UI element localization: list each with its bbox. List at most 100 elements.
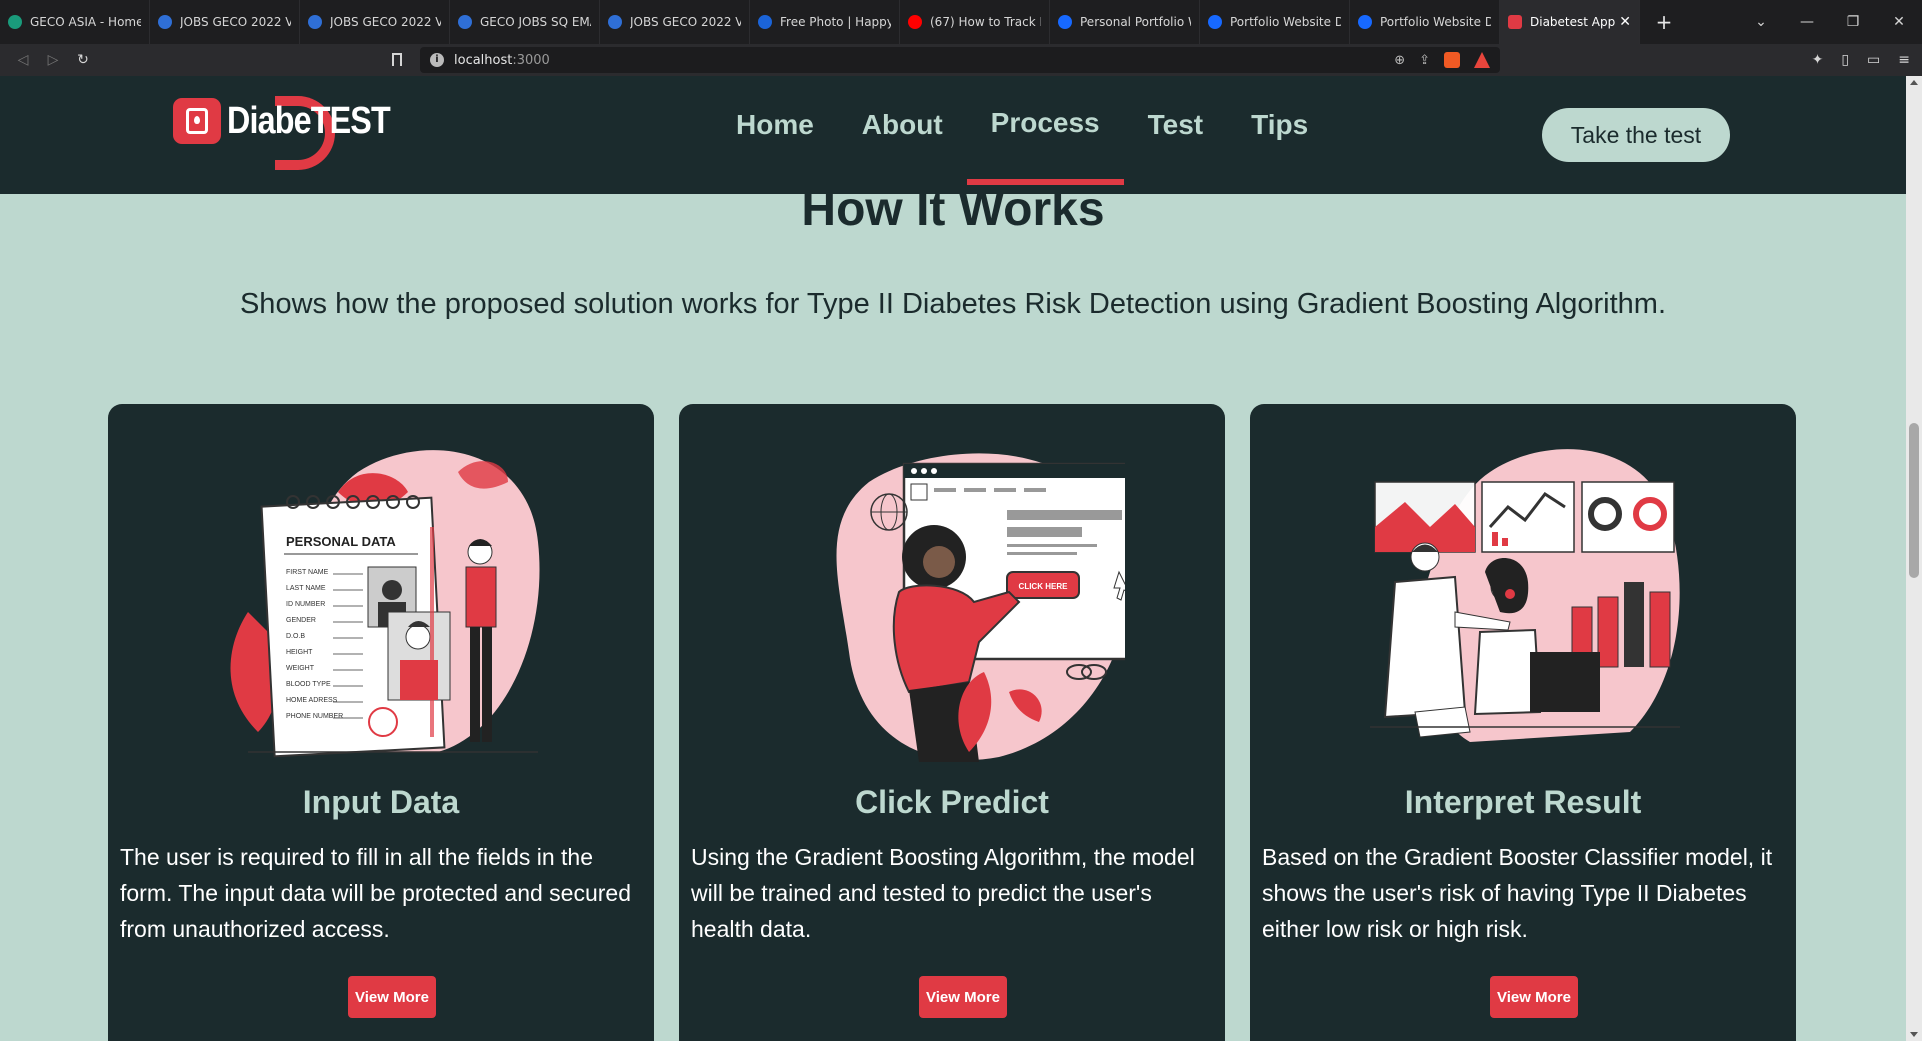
- behance-icon: [1358, 15, 1372, 29]
- close-tab-icon[interactable]: ✕: [1619, 14, 1631, 30]
- data-analysis-illustration: [1370, 449, 1680, 742]
- circle-c-icon: [158, 15, 172, 29]
- form-heading: PERSONAL DATA: [286, 534, 396, 549]
- url-port: :3000: [512, 52, 550, 68]
- site-logo[interactable]: DiabeTEST: [173, 96, 419, 170]
- tab-title: Free Photo | Happy a: [780, 15, 891, 29]
- tab-title: Diabetest App: [1530, 15, 1616, 29]
- tab-title: GECO ASIA - Home: [30, 15, 141, 29]
- youtube-icon: [908, 15, 922, 29]
- form-field-label: LAST NAME: [286, 585, 326, 592]
- nav-test[interactable]: Test: [1124, 76, 1228, 174]
- form-field-label: BLOOD TYPE: [286, 681, 331, 688]
- bookmark-icon[interactable]: [392, 53, 402, 66]
- browser-tab-bar: GECO ASIA - Home JOBS GECO 2022 V6 JOBS GE…: [0, 0, 1922, 44]
- card-text: Using the Gradient Boosting Algorithm, t…: [691, 844, 1195, 942]
- diabetest-icon: [1508, 15, 1522, 29]
- card-text: Based on the Gradient Booster Classifier…: [1262, 844, 1773, 942]
- site-header: DiabeTEST Home About Process Test Tips T…: [0, 76, 1906, 194]
- tab-active[interactable]: Diabetest App ✕: [1500, 0, 1640, 44]
- behance-icon: [1058, 15, 1072, 29]
- card-title: Click Predict: [855, 784, 1049, 820]
- form-field-label: WEIGHT: [286, 665, 315, 672]
- geco-icon: [8, 15, 22, 29]
- tab-title: JOBS GECO 2022 V5: [630, 15, 741, 29]
- back-button[interactable]: ◁: [8, 52, 38, 68]
- zoom-icon[interactable]: ⊕: [1394, 53, 1405, 68]
- card-title: Input Data: [302, 784, 460, 820]
- scroll-thumb[interactable]: [1909, 423, 1919, 578]
- form-field-label: PHONE NUMBER: [286, 713, 343, 720]
- scroll-down-icon[interactable]: [1910, 1032, 1918, 1037]
- main-nav: Home About Process Test Tips: [712, 76, 1332, 194]
- logo-text: DiabeTEST: [227, 99, 391, 142]
- browser-tab[interactable]: JOBS GECO 2022 V6: [300, 0, 450, 44]
- form-field-label: HEIGHT: [286, 649, 313, 656]
- extensions-icon[interactable]: ✦: [1812, 52, 1824, 68]
- browser-tab[interactable]: Personal Portfolio We: [1050, 0, 1200, 44]
- circle-c-icon: [308, 15, 322, 29]
- logo-icon: [173, 98, 221, 144]
- browser-tab[interactable]: JOBS GECO 2022 V5: [600, 0, 750, 44]
- wallet-icon[interactable]: ▭: [1867, 52, 1880, 68]
- window-controls: ⌄ — ❐ ✕: [1738, 14, 1922, 30]
- brave-shields-icon[interactable]: [1444, 52, 1460, 68]
- menu-icon[interactable]: ≡: [1898, 52, 1910, 68]
- brave-rewards-icon[interactable]: [1474, 52, 1490, 68]
- url-field[interactable]: i localhost:3000 ⊕ ⇪: [420, 47, 1500, 73]
- restore-button[interactable]: ❐: [1830, 14, 1876, 30]
- browser-tab[interactable]: Free Photo | Happy a: [750, 0, 900, 44]
- address-bar: ◁ ▷ ↻ i localhost:3000 ⊕ ⇪ ✦ ▯ ▭ ≡: [0, 44, 1922, 76]
- tab-title: (67) How to Track Em: [930, 15, 1041, 29]
- card-title: Interpret Result: [1404, 784, 1642, 820]
- tab-title: JOBS GECO 2022 V6: [330, 15, 441, 29]
- forward-button[interactable]: ▷: [38, 52, 68, 68]
- circle-c-icon: [458, 15, 472, 29]
- url-host: localhost: [454, 52, 513, 68]
- form-field-label: HOME ADRESS: [286, 697, 338, 704]
- browser-tab[interactable]: GECO ASIA - Home: [0, 0, 150, 44]
- close-window-button[interactable]: ✕: [1876, 14, 1922, 30]
- page-scrollbar[interactable]: [1906, 76, 1922, 1041]
- nav-process[interactable]: Process: [966, 76, 1124, 185]
- share-icon[interactable]: ⇪: [1419, 53, 1430, 68]
- tab-title: JOBS GECO 2022 V6: [180, 15, 291, 29]
- section-subtitle: Shows how the proposed solution works fo…: [239, 288, 1667, 320]
- tab-title: Personal Portfolio We: [1080, 15, 1191, 29]
- tab-title: GECO JOBS SQ EMAIL: [480, 15, 591, 29]
- process-card-click-predict: CLICK HERE Click Predict Using the Gradi…: [679, 404, 1225, 1041]
- nav-about[interactable]: About: [838, 76, 967, 174]
- form-field-label: GENDER: [286, 617, 316, 624]
- browser-tab[interactable]: Portfolio Website De: [1350, 0, 1500, 44]
- reload-button[interactable]: ↻: [68, 52, 98, 68]
- view-more-button[interactable]: View More: [1490, 976, 1578, 1018]
- browser-tab[interactable]: (67) How to Track Em: [900, 0, 1050, 44]
- process-card-input-data: PERSONAL DATA FIRST NAME LAST NAME ID NUMB…: [108, 404, 654, 1041]
- webpage: DiabeTEST Home About Process Test Tips T…: [0, 76, 1906, 1041]
- illus-button-text: CLICK HERE: [1019, 582, 1069, 591]
- view-more-button[interactable]: View More: [348, 976, 436, 1018]
- tab-list: GECO ASIA - Home JOBS GECO 2022 V6 JOBS GE…: [0, 0, 1500, 44]
- form-field-label: D.O.B: [286, 633, 305, 640]
- process-card-interpret-result: Interpret Result Based on the Gradient B…: [1250, 404, 1796, 1041]
- take-test-button[interactable]: Take the test: [1542, 108, 1730, 162]
- tab-title: Portfolio Website De: [1230, 15, 1341, 29]
- tab-search-icon[interactable]: ⌄: [1738, 14, 1784, 30]
- site-info-icon[interactable]: i: [430, 53, 444, 67]
- form-field-label: FIRST NAME: [286, 569, 329, 576]
- form-field-label: ID NUMBER: [286, 601, 325, 608]
- view-more-button[interactable]: View More: [919, 976, 1007, 1018]
- behance-icon: [1208, 15, 1222, 29]
- circle-c-icon: [608, 15, 622, 29]
- sidebar-icon[interactable]: ▯: [1841, 52, 1849, 68]
- personal-data-form-illustration: PERSONAL DATA FIRST NAME LAST NAME ID NUMB…: [230, 450, 540, 758]
- browser-tab[interactable]: Portfolio Website De: [1200, 0, 1350, 44]
- browser-tab[interactable]: GECO JOBS SQ EMAIL: [450, 0, 600, 44]
- card-text: The user is required to fill in all the …: [120, 844, 631, 942]
- minimize-button[interactable]: —: [1784, 14, 1830, 30]
- nav-home[interactable]: Home: [712, 76, 838, 174]
- nav-tips[interactable]: Tips: [1227, 76, 1332, 174]
- scroll-up-icon[interactable]: [1910, 80, 1918, 85]
- new-tab-button[interactable]: +: [1652, 10, 1676, 34]
- browser-tab[interactable]: JOBS GECO 2022 V6: [150, 0, 300, 44]
